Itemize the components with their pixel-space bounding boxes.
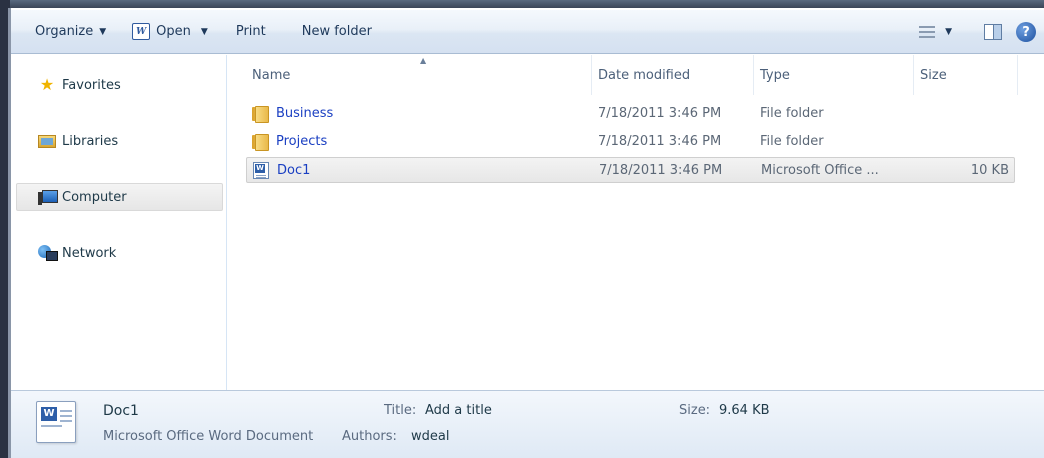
file-list: Name ▲ Date modified Type Size Business … (228, 55, 1044, 390)
print-label: Print (235, 24, 266, 39)
file-name-cell: Doc1 (253, 158, 310, 182)
libraries-icon (38, 133, 56, 149)
column-header-label: Date modified (598, 67, 691, 83)
file-date: 7/18/2011 3:46 PM (598, 105, 722, 121)
file-type: File folder (760, 133, 824, 149)
details-authors-label: Authors: (342, 429, 397, 444)
chevron-down-icon: ▼ (945, 27, 952, 37)
nav-item-favorites[interactable]: ★ Favorites (11, 71, 223, 99)
open-label: Open (156, 24, 191, 39)
change-view-button[interactable]: ▼ (909, 19, 962, 45)
details-pane: Doc1 Microsoft Office Word Document Titl… (11, 390, 1044, 458)
file-row-doc1[interactable]: Doc1 7/18/2011 3:46 PM Microsoft Office … (246, 157, 1015, 183)
file-name-cell: Projects (252, 129, 327, 153)
nav-item-label: Libraries (62, 133, 119, 149)
network-icon (38, 245, 58, 261)
column-header-size[interactable]: Size (914, 55, 1018, 95)
nav-item-label: Computer (62, 189, 127, 205)
sort-ascending-icon: ▲ (420, 56, 427, 65)
organize-button[interactable]: Organize ▼ (25, 19, 116, 45)
views-icon (919, 26, 936, 38)
column-header-label: Type (760, 67, 790, 83)
nav-item-libraries[interactable]: Libraries (11, 127, 223, 155)
nav-item-computer[interactable]: Computer (16, 183, 223, 211)
word-document-icon (253, 161, 269, 179)
word-document-thumbnail-icon (36, 401, 76, 443)
chevron-down-icon: ▼ (99, 26, 107, 37)
details-size-value: 9.64 KB (719, 403, 770, 418)
new-folder-button[interactable]: New folder (292, 19, 382, 45)
file-type: Microsoft Office ... (761, 162, 879, 178)
column-header-name[interactable]: Name ▲ (246, 55, 592, 95)
nav-item-network[interactable]: Network (11, 239, 223, 267)
file-date: 7/18/2011 3:46 PM (599, 162, 723, 178)
file-date: 7/18/2011 3:46 PM (598, 133, 722, 149)
print-button[interactable]: Print (226, 19, 276, 45)
folder-icon (252, 133, 269, 151)
star-icon: ★ (39, 75, 55, 94)
column-header-type[interactable]: Type (754, 55, 914, 95)
file-row-business[interactable]: Business 7/18/2011 3:46 PM File folder (246, 101, 1015, 127)
details-file-type: Microsoft Office Word Document (103, 429, 314, 444)
details-title-label: Title: (384, 403, 417, 418)
details-authors-value[interactable]: wdeal (411, 429, 449, 444)
help-icon[interactable]: ? (1016, 22, 1036, 42)
computer-icon (38, 189, 58, 205)
organize-label: Organize (35, 24, 94, 39)
word-app-icon: W (132, 23, 151, 40)
window-frame-top (0, 0, 1044, 8)
column-header-date[interactable]: Date modified (592, 55, 754, 95)
nav-item-label: Favorites (62, 77, 121, 93)
column-header-label: Name (252, 67, 291, 83)
file-type: File folder (760, 105, 824, 121)
file-row-projects[interactable]: Projects 7/18/2011 3:46 PM File folder (246, 129, 1015, 155)
command-bar: Organize ▼ W Open ▼ Print New folder ▼ ? (11, 10, 1044, 54)
file-name: Projects (276, 133, 328, 149)
file-size (886, 101, 1012, 125)
column-header-label: Size (920, 67, 947, 83)
chevron-down-icon: ▼ (200, 26, 208, 37)
navigation-pane: ★ Favorites Libraries Computer Network (11, 55, 227, 390)
file-name-cell: Business (252, 101, 333, 125)
details-file-name: Doc1 (103, 403, 139, 419)
file-name: Doc1 (277, 162, 311, 178)
file-size (886, 129, 1012, 153)
file-name: Business (276, 105, 334, 121)
nav-item-label: Network (62, 245, 117, 261)
new-folder-label: New folder (301, 24, 372, 39)
preview-pane-icon[interactable] (984, 24, 1002, 40)
folder-icon (252, 105, 269, 123)
details-title-value[interactable]: Add a title (425, 403, 492, 418)
open-button[interactable]: W Open ▼ (122, 19, 218, 45)
details-size-label: Size: (679, 403, 711, 418)
file-size: 10 KB (970, 162, 1009, 178)
